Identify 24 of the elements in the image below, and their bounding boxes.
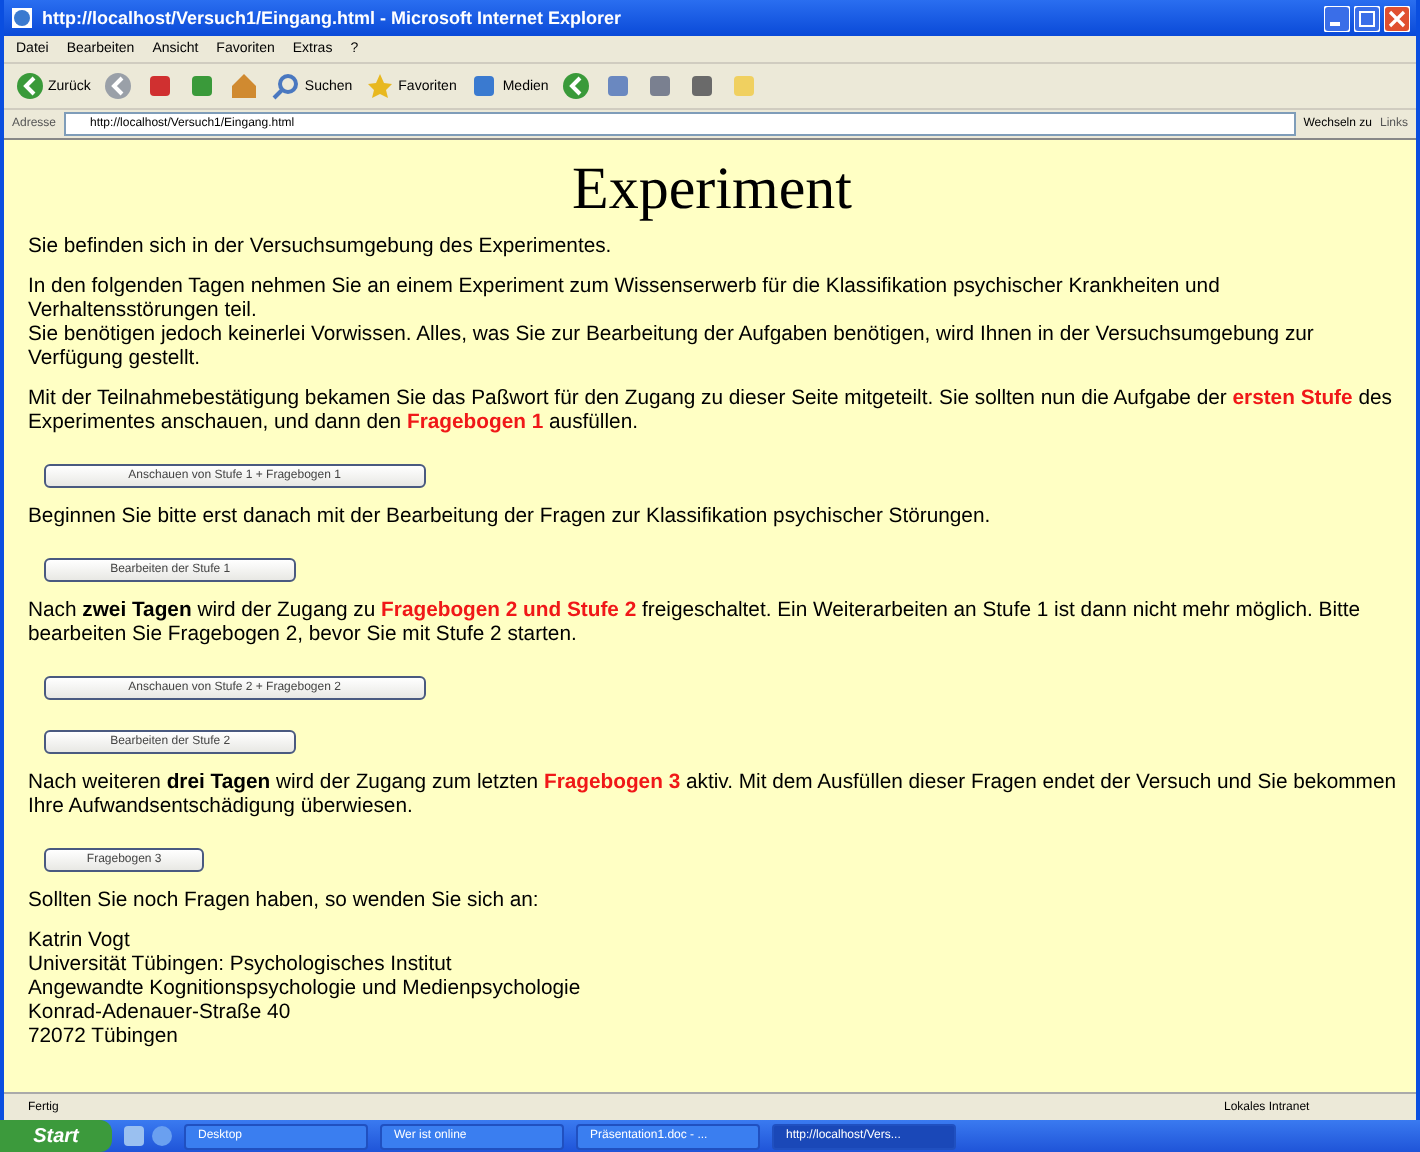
star-icon <box>366 72 395 100</box>
home-icon <box>230 72 259 100</box>
search-icon <box>272 72 301 100</box>
address-line: Angewandte Kognitionspsychologie und Medienpsychologie <box>28 978 583 1002</box>
paragraph: Mit der Teilnahmebestätigung bekamen Sie das Paßwort für den Zugang zu dieser Seite mitgeteilt. Sie sollten nun die Aufgabe der ersten Stufe des Experimentes anschauen, und dann den Fragebogen 1 ausfüllen. <box>28 388 1394 436</box>
paragraph: Nach weiteren drei Tagen wird der Zugang zum letzten Fragebogen 3 aktiv. Mit dem Ausfüllen dieser Fragen endet der Versuch und Sie bekommen Ihre Aufwandsentschädigung überwiesen. <box>28 772 1396 820</box>
paragraph: Sollten Sie noch Fragen haben, so wenden Sie sich an: <box>28 890 541 914</box>
minimize-icon[interactable] <box>1324 5 1350 31</box>
toolbar-button[interactable] <box>100 72 137 100</box>
address-line: Katrin Vogt <box>28 930 132 954</box>
paragraph: In den folgenden Tagen nehmen Sie an einem Experiment zum Wissenserwerb für die Klassifikation psychischer Krankheiten und Verhaltensstörungen teil. <box>28 276 1222 324</box>
page-heading: Experiment <box>570 156 854 224</box>
address-line: Konrad-Adenauer-Straße 40 <box>28 1002 293 1026</box>
paragraph: Nach zwei Tagen wird der Zugang zu Fragebogen 2 und Stufe 2 freigeschaltet. Ein Weiterarbeiten an Stufe 1 ist dann nicht mehr möglich. Bitte bearbeiten Sie Fragebogen 2, bevor Sie mit Stufe 2 starten. <box>28 600 1363 648</box>
paragraph: Sie befinden sich in der Versuchsumgebung des Experimentes. <box>28 236 614 260</box>
toolbar-button[interactable] <box>558 72 595 100</box>
start-button[interactable]: Start <box>0 1120 112 1152</box>
address-line: 72072 Tübingen <box>28 1026 180 1050</box>
address-line: Universität Tübingen: Psychologisches Institut <box>28 954 454 978</box>
window-title: http://localhost/Versuch1/Eingang.html - Microsoft Internet Explorer <box>42 8 624 28</box>
paragraph: Beginnen Sie bitte erst danach mit der Bearbeitung der Fragen zur Klassifikation psychischer Störungen. <box>28 506 993 530</box>
close-icon[interactable] <box>1384 5 1410 31</box>
paragraph: Sie benötigen jedoch keinerlei Vorwissen. Alles, was Sie zur Bearbeitung der Aufgaben benötigen, wird Ihnen in der Versuchsumgebung zur Verfügung gestellt. <box>28 324 1316 372</box>
maximize-icon[interactable] <box>1354 5 1380 31</box>
